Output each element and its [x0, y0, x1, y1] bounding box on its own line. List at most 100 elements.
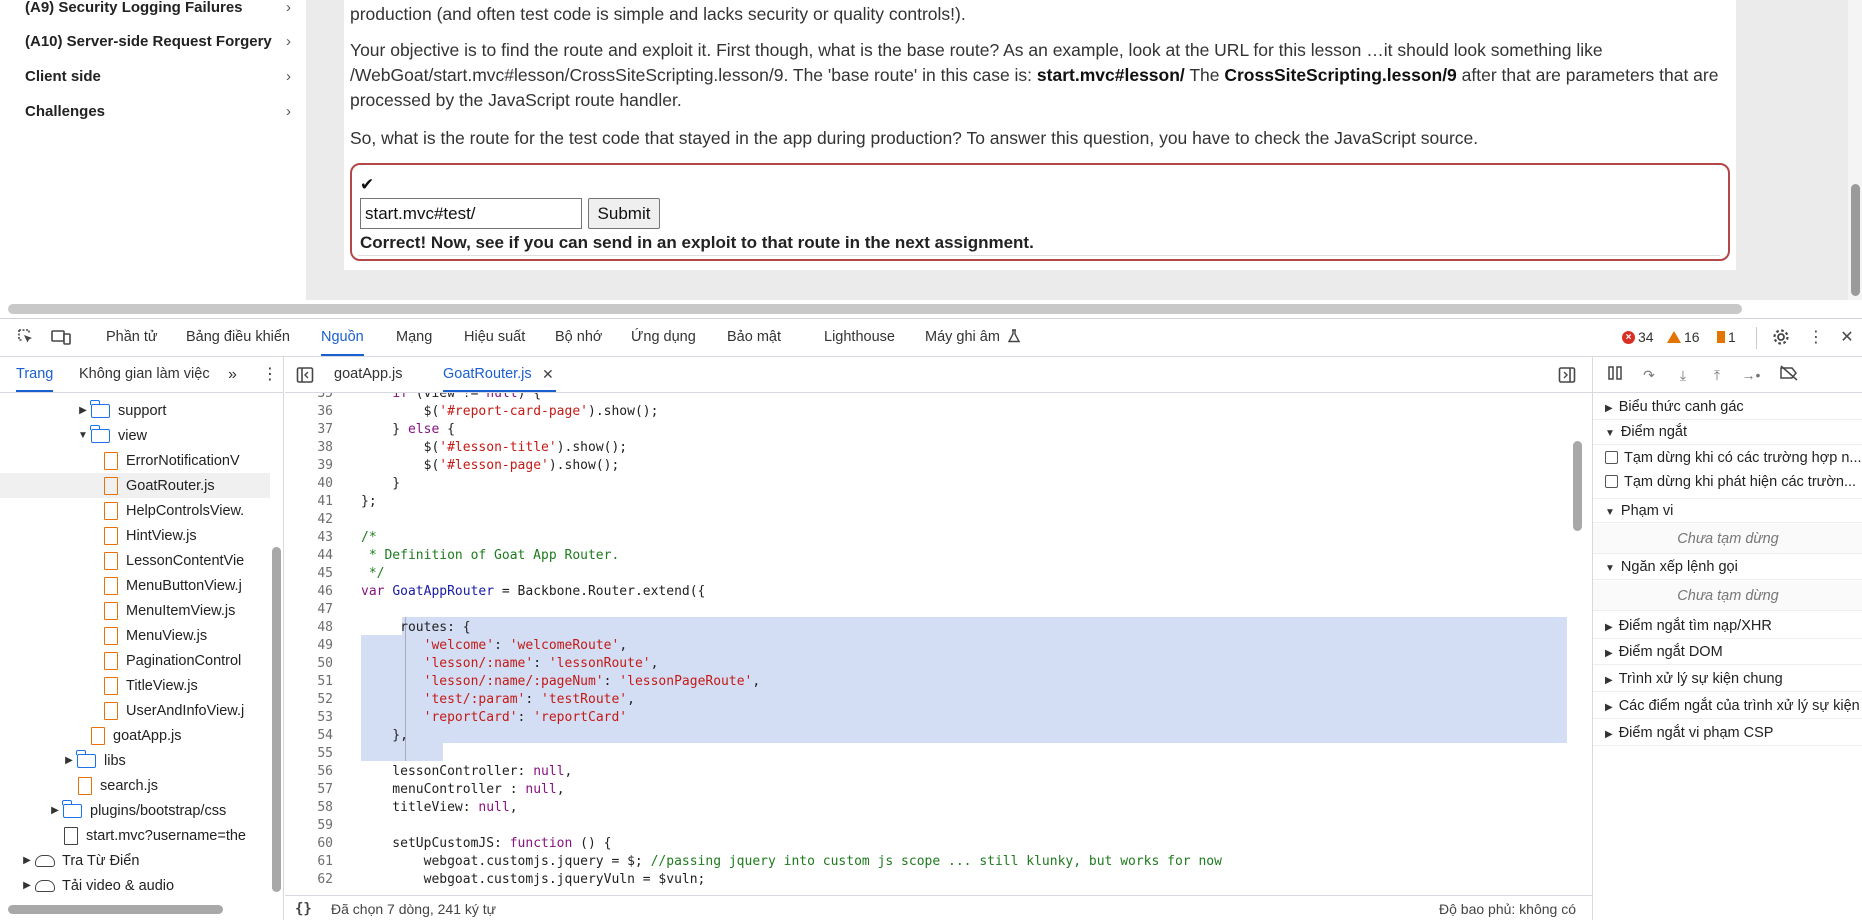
line-number[interactable]: 39 — [285, 457, 333, 475]
checkbox[interactable] — [1605, 451, 1618, 464]
tree-item[interactable]: start.mvc?username=the — [0, 823, 270, 848]
section-global-listeners[interactable]: ▶ Trình xử lý sự kiện chung — [1593, 667, 1862, 692]
line-number[interactable]: 51 — [285, 673, 333, 691]
tab-page[interactable]: Trang — [16, 357, 54, 392]
close-tab-icon[interactable]: ✕ — [542, 357, 554, 392]
tab-application[interactable]: Ứng dụng — [631, 319, 696, 356]
editor-vertical-scrollbar[interactable] — [1573, 441, 1582, 531]
tab-network[interactable]: Mạng — [396, 319, 432, 356]
tree-item[interactable]: MenuButtonView.j — [0, 573, 270, 598]
tree-item[interactable]: goatApp.js — [0, 723, 270, 748]
warning-count[interactable]: 16 — [1667, 329, 1700, 345]
nav-item-a10[interactable]: (A10) Server-side Request Forgery › — [25, 29, 295, 53]
more-menu-icon[interactable]: ⋮ — [1806, 328, 1826, 348]
tree-item[interactable]: ErrorNotificationV — [0, 448, 270, 473]
step-into-icon[interactable]: ⤓ — [1673, 365, 1693, 385]
line-number[interactable]: 55 — [285, 745, 333, 763]
tree-item[interactable]: GoatRouter.js — [0, 473, 270, 498]
section-call-stack[interactable]: ▼ Ngăn xếp lệnh gọi — [1593, 555, 1862, 580]
line-number[interactable]: 36 — [285, 403, 333, 421]
line-number[interactable]: 35 — [285, 393, 333, 403]
tree-item[interactable]: UserAndInfoView.j — [0, 698, 270, 723]
line-number[interactable]: 62 — [285, 871, 333, 889]
line-number[interactable]: 52 — [285, 691, 333, 709]
tree-item[interactable]: ▶ support — [0, 398, 270, 423]
line-number[interactable]: 43 — [285, 529, 333, 547]
section-event-listener-breakpoints[interactable]: ▶ Các điểm ngắt của trình xử lý sự kiện — [1593, 694, 1862, 719]
line-number[interactable]: 37 — [285, 421, 333, 439]
section-breakpoints[interactable]: ▼ Điểm ngắt — [1593, 420, 1862, 445]
line-number[interactable]: 49 — [285, 637, 333, 655]
line-number[interactable]: 44 — [285, 547, 333, 565]
route-answer-input[interactable] — [360, 198, 582, 229]
tree-item[interactable]: MenuView.js — [0, 623, 270, 648]
navigator-menu-icon[interactable]: ⋮ — [262, 357, 278, 392]
tree-item[interactable]: ▶ libs — [0, 748, 270, 773]
line-number[interactable]: 48 — [285, 619, 333, 637]
section-scope[interactable]: ▼ Phạm vi — [1593, 498, 1862, 523]
line-number[interactable]: 57 — [285, 781, 333, 799]
tree-item[interactable]: LessonContentVie — [0, 548, 270, 573]
line-number[interactable]: 47 — [285, 601, 333, 619]
nav-item-client-side[interactable]: Client side › — [25, 64, 295, 88]
pause-icon[interactable] — [1605, 365, 1625, 385]
page-vertical-scrollbar[interactable] — [1851, 184, 1860, 296]
gear-icon[interactable] — [1771, 328, 1791, 348]
tab-memory[interactable]: Bộ nhớ — [555, 319, 602, 356]
line-number[interactable]: 53 — [285, 709, 333, 727]
close-icon[interactable]: ✕ — [1837, 328, 1857, 348]
section-dom-breakpoints[interactable]: ▶ Điểm ngắt DOM — [1593, 640, 1862, 665]
triangle-right-icon[interactable]: ▶ — [64, 755, 74, 766]
step-over-icon[interactable]: ↷ — [1639, 365, 1659, 385]
navigator-vertical-scrollbar[interactable] — [272, 547, 281, 892]
submit-button[interactable]: Submit — [588, 198, 660, 229]
code-view[interactable]: 35 if (view != null) {36 $('#report-card… — [285, 393, 1592, 895]
inspect-element-icon[interactable] — [16, 328, 36, 348]
pretty-print-icon[interactable]: {} — [295, 896, 312, 920]
tab-workspace[interactable]: Không gian làm việc — [79, 357, 210, 392]
tree-item[interactable]: ▶ Tải video & audio — [0, 873, 270, 898]
tab-console[interactable]: Bảng điều khiển — [186, 319, 290, 356]
tree-item[interactable]: search.js — [0, 773, 270, 798]
toggle-debugger-icon[interactable] — [1558, 366, 1576, 387]
tree-item[interactable]: ▼ view — [0, 423, 270, 448]
navigator-horizontal-scrollbar[interactable] — [8, 905, 223, 914]
page-horizontal-scrollbar[interactable] — [8, 304, 1742, 314]
line-number[interactable]: 40 — [285, 475, 333, 493]
toggle-navigator-icon[interactable] — [296, 366, 314, 387]
nav-item-challenges[interactable]: Challenges › — [25, 99, 295, 123]
line-number[interactable]: 59 — [285, 817, 333, 835]
line-number[interactable]: 58 — [285, 799, 333, 817]
line-number[interactable]: 45 — [285, 565, 333, 583]
triangle-right-icon[interactable]: ▶ — [78, 405, 88, 416]
line-number[interactable]: 60 — [285, 835, 333, 853]
triangle-right-icon[interactable]: ▶ — [50, 805, 60, 816]
tree-item[interactable]: TitleView.js — [0, 673, 270, 698]
line-number[interactable]: 54 — [285, 727, 333, 745]
line-number[interactable]: 41 — [285, 493, 333, 511]
checkbox[interactable] — [1605, 475, 1618, 488]
tab-security[interactable]: Bảo mật — [727, 319, 781, 356]
tree-item[interactable]: MenuItemView.js — [0, 598, 270, 623]
error-count[interactable]: × 34 — [1622, 329, 1654, 345]
tree-item[interactable]: HintView.js — [0, 523, 270, 548]
step-out-icon[interactable]: ⤒ — [1707, 365, 1727, 385]
triangle-right-icon[interactable]: ▶ — [22, 880, 32, 891]
tree-item[interactable]: PaginationControl — [0, 648, 270, 673]
line-number[interactable]: 42 — [285, 511, 333, 529]
tree-item[interactable]: HelpControlsView. — [0, 498, 270, 523]
nav-item-a9[interactable]: (A9) Security Logging Failures › — [25, 0, 295, 19]
coverage-status[interactable]: Độ bao phủ: không có — [1439, 896, 1576, 920]
tree-item[interactable]: ▶ plugins/bootstrap/css — [0, 798, 270, 823]
tab-performance[interactable]: Hiệu suất — [464, 319, 525, 356]
deactivate-breakpoints-icon[interactable] — [1779, 365, 1799, 385]
section-watch[interactable]: ▶ Biểu thức canh gác — [1593, 395, 1862, 420]
line-number[interactable]: 56 — [285, 763, 333, 781]
tab-lighthouse[interactable]: Lighthouse — [824, 319, 895, 356]
tab-elements[interactable]: Phần tử — [106, 319, 158, 356]
tab-sources[interactable]: Nguồn — [321, 319, 364, 356]
section-csp-breakpoints[interactable]: ▶ Điểm ngắt vi phạm CSP — [1593, 721, 1862, 746]
line-number[interactable]: 46 — [285, 583, 333, 601]
section-xhr-breakpoints[interactable]: ▶ Điểm ngắt tìm nạp/XHR — [1593, 614, 1862, 639]
tab-recorder[interactable]: Máy ghi âm — [925, 319, 1021, 356]
